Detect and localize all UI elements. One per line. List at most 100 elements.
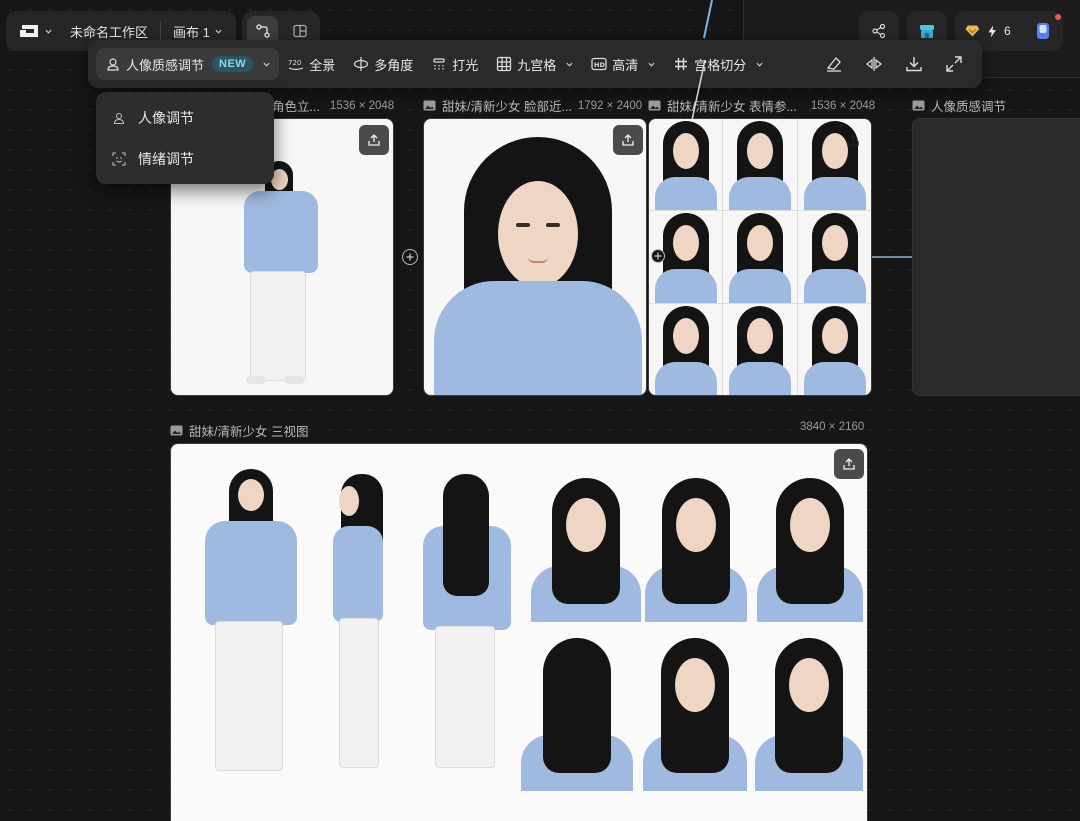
dropdown-item-label: 情绪调节	[138, 150, 194, 167]
card-label: 甜妹/清新少女 脸部近... 1792 × 2400	[423, 96, 642, 115]
share-icon	[872, 23, 886, 39]
expression-cell	[649, 303, 723, 395]
face-scan-icon	[112, 151, 126, 166]
headshot-grid	[521, 476, 867, 791]
connector-line	[872, 256, 912, 258]
portrait-quality-label: 人像质感调节	[126, 57, 205, 73]
portrait-quality-dropdown: 人像调节 情绪调节	[96, 92, 274, 184]
add-node-icon[interactable]	[651, 249, 665, 263]
figure-front	[201, 469, 301, 779]
svg-text:720: 720	[288, 59, 301, 67]
card-dimensions: 1536 × 2048	[329, 99, 395, 112]
nine-grid-menu[interactable]: 九宫格	[487, 48, 582, 80]
avatar-icon	[1036, 23, 1049, 39]
image-card-expression-grid[interactable]	[648, 118, 872, 396]
image-card-empty[interactable]	[912, 118, 1080, 396]
card-dimensions: 1536 × 2048	[810, 99, 876, 112]
diamond-icon	[965, 25, 980, 37]
card-label: 角色立... 1536 × 2048	[272, 96, 394, 115]
app-logo-icon[interactable]	[18, 23, 40, 39]
expression-cell	[723, 303, 797, 395]
credits-count: 6	[1004, 24, 1011, 38]
portrait-icon	[107, 58, 119, 71]
flip-button[interactable]	[854, 48, 894, 80]
eraser-icon	[826, 57, 841, 72]
multi-angle-label: 多角度	[374, 57, 414, 73]
divider	[160, 21, 162, 41]
expression-cell	[649, 119, 723, 211]
expression-grid	[649, 119, 871, 395]
chevron-down-icon	[566, 62, 573, 67]
download-button[interactable]	[894, 48, 934, 80]
lightning-icon	[988, 25, 996, 37]
headshot-view	[751, 636, 867, 791]
chevron-down-icon	[263, 62, 270, 67]
upload-button[interactable]	[613, 125, 643, 155]
image-icon	[423, 100, 436, 111]
rotate-3d-icon	[354, 57, 369, 71]
canvas-selector[interactable]: 画布 1	[173, 22, 210, 41]
nine-grid-label: 九宫格	[517, 57, 557, 73]
connector-line	[691, 60, 706, 121]
figure-standing	[226, 161, 318, 391]
chevron-down-icon	[648, 62, 655, 67]
dropdown-item-portrait[interactable]: 人像调节	[96, 97, 274, 138]
connector-line	[703, 0, 713, 39]
panorama-label: 全景	[309, 57, 336, 73]
node-graph-icon	[255, 24, 270, 38]
portrait-icon	[113, 112, 125, 124]
panorama-button[interactable]: 720 全景	[279, 48, 344, 80]
card-title: 甜妹/清新少女 脸部近...	[442, 100, 572, 114]
hd-menu[interactable]: HD 高清	[582, 48, 664, 80]
figure-back	[421, 474, 511, 774]
hd-label: 高清	[612, 57, 639, 73]
grid-icon	[497, 56, 512, 72]
dropdown-item-emotion[interactable]: 情绪调节	[96, 138, 274, 179]
card-title: 甜妹/清新少女 三视图	[189, 425, 309, 439]
eraser-button[interactable]	[814, 48, 854, 80]
chevron-down-icon[interactable]	[45, 28, 52, 35]
lighting-label: 打光	[452, 57, 479, 73]
headshot-view	[517, 636, 637, 791]
avatar[interactable]	[1033, 14, 1062, 42]
image-icon	[170, 425, 183, 436]
chevron-down-icon	[756, 62, 763, 67]
card-title: 角色立...	[272, 100, 320, 114]
chevron-down-icon[interactable]	[215, 28, 222, 35]
card-dimensions: 3840 × 2160	[800, 421, 865, 433]
expression-cell	[723, 119, 797, 211]
portrait-quality-menu[interactable]: 人像质感调节 NEW	[96, 48, 280, 80]
store-icon	[920, 25, 934, 38]
fullscreen-button[interactable]	[934, 48, 974, 80]
upload-icon	[622, 134, 634, 146]
image-card-three-views[interactable]	[170, 443, 868, 821]
upload-button[interactable]	[838, 125, 868, 155]
card-dimensions: 1792 × 2400	[577, 99, 643, 112]
upload-icon	[843, 458, 855, 470]
new-badge: NEW	[212, 56, 254, 72]
panorama-icon: 720	[288, 59, 304, 71]
headshot-view	[639, 636, 751, 791]
expression-cell	[723, 211, 797, 303]
hd-icon: HD	[591, 57, 607, 71]
svg-text:HD: HD	[594, 61, 605, 69]
multi-angle-button[interactable]: 多角度	[344, 48, 422, 80]
upload-button[interactable]	[359, 125, 389, 155]
expression-cell	[797, 211, 871, 303]
workspace-name[interactable]: 未命名工作区	[70, 22, 148, 41]
upload-button[interactable]	[834, 449, 864, 479]
lighting-icon	[433, 58, 445, 70]
card-title: 人像质感调节	[931, 100, 1007, 114]
download-icon	[906, 57, 922, 72]
headshot-view	[527, 476, 645, 622]
edit-toolbar: 人像质感调节 NEW 720 全景 多角度 打光 九宫格 HD 高清 宫格切分	[88, 40, 982, 88]
headshot-view	[753, 476, 867, 622]
expression-cell	[797, 303, 871, 395]
upload-icon	[368, 134, 380, 146]
image-card-closeup[interactable]	[423, 118, 647, 396]
add-node-icon[interactable]	[402, 249, 418, 265]
lighting-button[interactable]: 打光	[422, 48, 487, 80]
notification-dot	[1055, 14, 1062, 20]
figure-side	[321, 474, 391, 779]
image-icon	[912, 100, 925, 111]
